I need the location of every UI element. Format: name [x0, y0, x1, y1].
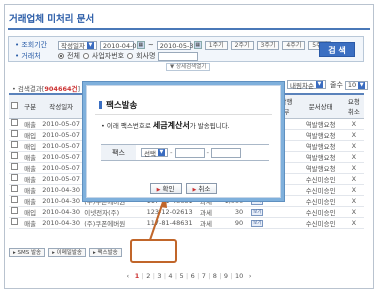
page-separator: | [174, 272, 178, 280]
page-link[interactable]: 2 [146, 272, 150, 280]
page-link[interactable]: 10 [235, 272, 243, 280]
page-link[interactable]: 4 [168, 272, 172, 280]
modal-divider [95, 114, 272, 115]
page-separator: | [230, 272, 233, 280]
page-separator: | [208, 272, 211, 280]
modal-message: • 이래 팩스번호로 세금계산서가 발송됩니다. [101, 121, 230, 130]
page-link[interactable]: 1 [135, 272, 140, 280]
page-separator: | [163, 272, 167, 280]
fax-middle-input[interactable] [174, 147, 205, 158]
chevron-down-icon: ▼ [157, 149, 165, 156]
cancel-button[interactable]: ▶ 취소 [185, 183, 218, 194]
page-link[interactable]: 6 [191, 272, 195, 280]
page-link[interactable]: 3 [157, 272, 161, 280]
modal-actions: ▶ 확인 ▶ 취소 [87, 183, 280, 194]
fax-modal: 팩스발송 • 이래 팩스번호로 세금계산서가 발송됩니다. 팩스 선택 ▼ - -… [82, 81, 285, 202]
page-link[interactable]: 8 [213, 272, 217, 280]
page-separator: | [197, 272, 200, 280]
fax-label: 팩스 [101, 145, 136, 160]
page-separator: | [186, 272, 189, 280]
next-page-button[interactable]: › [249, 272, 252, 280]
pagination: ‹ 1 | 2 | 3 | 4 | 5 | 6 | 7 | 8 | 9 | 10 › [0, 272, 378, 280]
page-separator: | [219, 272, 222, 280]
page-separator: | [152, 272, 155, 280]
modal-title: 팩스발송 [98, 101, 138, 111]
page-link[interactable]: 5 [180, 272, 184, 280]
dash: - [206, 148, 210, 157]
fax-number-row: 팩스 선택 ▼ - - [101, 144, 269, 161]
page-separator: | [141, 272, 144, 280]
fax-last-input[interactable] [211, 147, 242, 158]
confirm-button[interactable]: ▶ 확인 [149, 183, 182, 194]
page-link[interactable]: 9 [224, 272, 228, 280]
fax-modal-body: 팩스발송 • 이래 팩스번호로 세금계산서가 발송됩니다. 팩스 선택 ▼ - -… [86, 85, 281, 198]
fax-inputs: 선택 ▼ - - [136, 147, 242, 158]
page-link[interactable]: 7 [202, 272, 206, 280]
prev-page-button[interactable]: ‹ [126, 272, 129, 280]
dash: - [169, 148, 173, 157]
fax-area-select[interactable]: 선택 ▼ [141, 148, 168, 158]
